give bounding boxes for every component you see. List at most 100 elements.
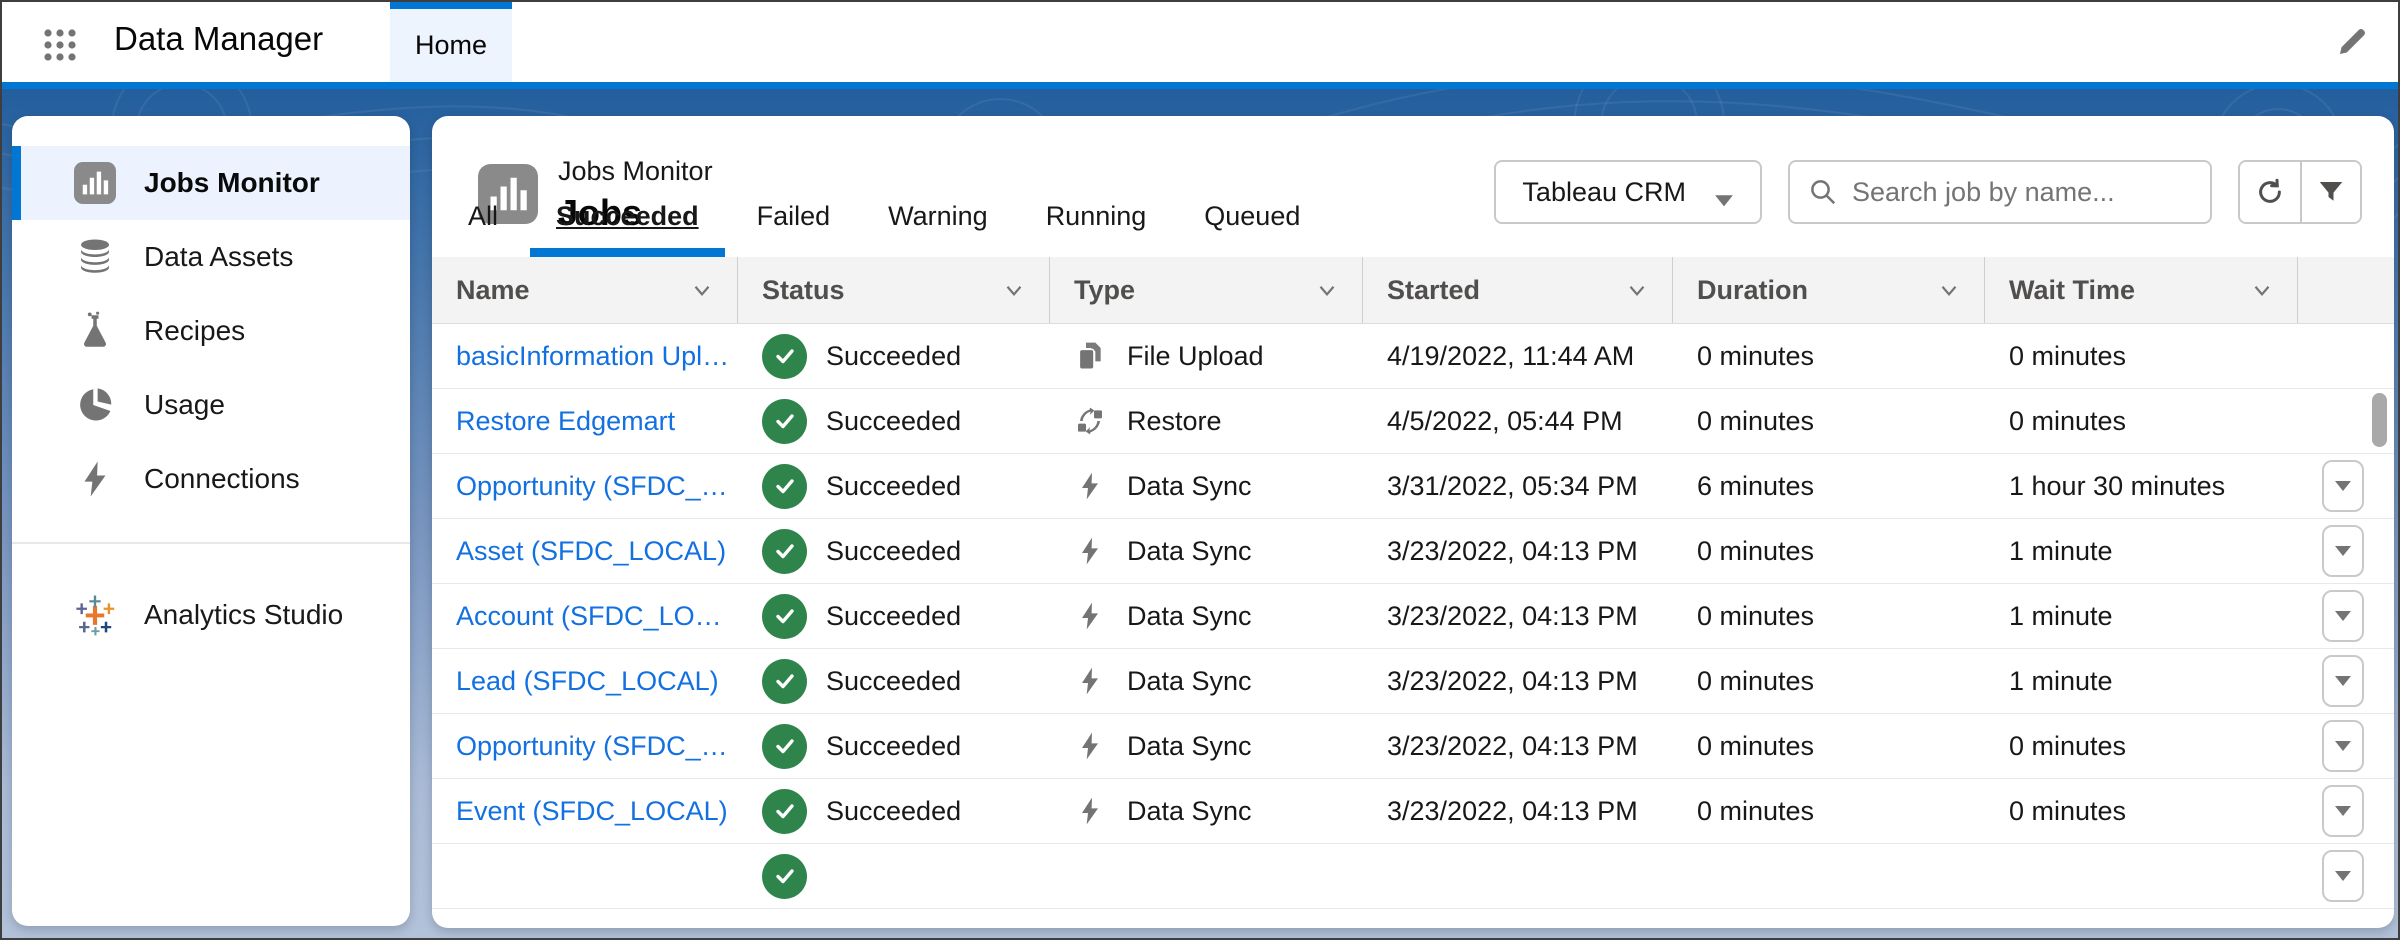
duration-text: 0 minutes: [1673, 714, 1985, 778]
sidebar-item-analytics-studio[interactable]: Analytics Studio: [12, 578, 410, 652]
chevron-down-icon: [2249, 277, 2275, 303]
duration-text: 0 minutes: [1673, 584, 1985, 648]
caret-down-icon: [2334, 869, 2352, 883]
job-name-link[interactable]: Lead (SFDC_LOCAL): [456, 666, 719, 697]
chevron-down-icon: [1001, 277, 1027, 303]
caret-down-icon: [2334, 804, 2352, 818]
started-text: 3/23/2022, 04:13 PM: [1363, 584, 1673, 648]
row-actions-dropdown-button[interactable]: [2322, 590, 2364, 642]
wait-time-text: 1 minute: [1985, 584, 2298, 648]
table-row: Lead (SFDC_LOCAL) Succeeded Data Sync 3/…: [432, 649, 2394, 714]
status-text: Succeeded: [826, 341, 961, 372]
column-header-started[interactable]: Started: [1363, 257, 1673, 323]
refresh-icon: [2255, 177, 2285, 207]
job-name-link[interactable]: Event (SFDC_LOCAL): [456, 796, 728, 827]
row-actions-dropdown-button[interactable]: [2322, 525, 2364, 577]
table-scrollbar-thumb[interactable]: [2372, 393, 2387, 447]
started-text: 4/5/2022, 05:44 PM: [1363, 389, 1673, 453]
job-name-link[interactable]: Restore Edgemart: [456, 406, 675, 437]
column-header-name[interactable]: Name: [432, 257, 738, 323]
refresh-button[interactable]: [2240, 162, 2300, 222]
row-actions-dropdown-button[interactable]: [2322, 785, 2364, 837]
caret-down-icon: [2334, 674, 2352, 688]
tab-all[interactable]: All: [442, 201, 524, 257]
status-text: Succeeded: [826, 796, 961, 827]
job-name-link[interactable]: Opportunity (SFDC_L…: [456, 471, 738, 502]
sidebar-item-jobs-monitor[interactable]: Jobs Monitor: [12, 146, 410, 220]
status-text: Succeeded: [826, 406, 961, 437]
sidebar-divider: [12, 542, 410, 544]
type-text: Data Sync: [1127, 471, 1252, 502]
sidebar-item-data-assets[interactable]: Data Assets: [12, 220, 410, 294]
status-text: Succeeded: [826, 666, 961, 697]
duration-text: 0 minutes: [1673, 519, 1985, 583]
table-row: Event (SFDC_LOCAL) Succeeded Data Sync 3…: [432, 779, 2394, 844]
type-text: Data Sync: [1127, 666, 1252, 697]
search-icon: [1808, 177, 1838, 207]
row-actions-dropdown-button[interactable]: [2322, 720, 2364, 772]
success-icon: [762, 789, 807, 834]
sidebar-item-recipes[interactable]: Recipes: [12, 294, 410, 368]
chevron-down-icon: [1624, 277, 1650, 303]
filter-button[interactable]: [2300, 162, 2360, 222]
column-header-type[interactable]: Type: [1050, 257, 1363, 323]
column-header-wait-time[interactable]: Wait Time: [1985, 257, 2298, 323]
pencil-icon[interactable]: [2334, 24, 2370, 60]
job-name-link[interactable]: Asset (SFDC_LOCAL): [456, 536, 726, 567]
tab-home[interactable]: Home: [390, 2, 512, 82]
row-actions-dropdown-button[interactable]: [2322, 655, 2364, 707]
app-selector-dropdown[interactable]: Tableau CRM: [1494, 160, 1762, 224]
row-actions-dropdown-button[interactable]: [2322, 850, 2364, 902]
wait-time-text: 0 minutes: [1985, 714, 2298, 778]
app-title: Data Manager: [114, 20, 323, 58]
lightning-icon: [1074, 600, 1106, 632]
tab-warning[interactable]: Warning: [862, 201, 1014, 257]
panel-controls: Tableau CRM: [1494, 160, 2362, 224]
tab-running[interactable]: Running: [1020, 201, 1173, 257]
lightning-icon: [1074, 730, 1106, 762]
lightning-icon: [1074, 535, 1106, 567]
sidebar-footer: Analytics Studio: [12, 578, 410, 652]
success-icon: [762, 399, 807, 444]
success-icon: [762, 659, 807, 704]
sidebar-item-connections[interactable]: Connections: [12, 442, 410, 516]
status-text: Succeeded: [826, 471, 961, 502]
type-text: Data Sync: [1127, 536, 1252, 567]
chevron-down-icon: [1314, 277, 1340, 303]
tab-failed[interactable]: Failed: [731, 201, 857, 257]
copy-icon: [1074, 340, 1106, 372]
table-row: Asset (SFDC_LOCAL) Succeeded Data Sync 3…: [432, 519, 2394, 584]
caret-down-icon: [1714, 185, 1734, 199]
success-icon: [762, 334, 807, 379]
success-icon: [762, 724, 807, 769]
table-row: basicInformation Upl… Succeeded File Upl…: [432, 324, 2394, 389]
job-name-link[interactable]: basicInformation Upl…: [456, 341, 729, 372]
success-icon: [762, 529, 807, 574]
lightning-icon: [1074, 665, 1106, 697]
caret-down-icon: [2334, 544, 2352, 558]
sidebar-item-usage[interactable]: Usage: [12, 368, 410, 442]
search-input[interactable]: [1852, 177, 2192, 208]
data-manager-window: Data Manager Home Jobs Monitor Data Asse…: [0, 0, 2400, 940]
table-row: Restore Edgemart Succeeded Restore 4/5/2…: [432, 389, 2394, 454]
started-text: 3/23/2022, 04:13 PM: [1363, 519, 1673, 583]
job-name-link[interactable]: Account (SFDC_LOC…: [456, 601, 738, 632]
job-name-link[interactable]: Opportunity (SFDC_L…: [456, 731, 738, 762]
pie-icon: [74, 384, 116, 426]
global-header: Data Manager Home: [2, 2, 2398, 82]
column-header-status[interactable]: Status: [738, 257, 1050, 323]
table-header: Name Status Type Started Duration Wait T…: [432, 257, 2394, 324]
started-text: 3/23/2022, 04:13 PM: [1363, 649, 1673, 713]
table-row: Account (SFDC_LOC… Succeeded Data Sync 3…: [432, 584, 2394, 649]
type-text: Restore: [1127, 406, 1222, 437]
tab-succeeded[interactable]: Succeeded: [530, 201, 725, 257]
duration-text: 0 minutes: [1673, 779, 1985, 843]
started-text: 3/31/2022, 05:34 PM: [1363, 454, 1673, 518]
chevron-down-icon: [689, 277, 715, 303]
jobs-panel: Jobs Monitor Jobs Tableau CRM: [432, 116, 2394, 928]
app-launcher-icon[interactable]: [40, 25, 76, 61]
row-actions-dropdown-button[interactable]: [2322, 460, 2364, 512]
tab-queued[interactable]: Queued: [1178, 201, 1326, 257]
success-icon: [762, 464, 807, 509]
column-header-duration[interactable]: Duration: [1673, 257, 1985, 323]
